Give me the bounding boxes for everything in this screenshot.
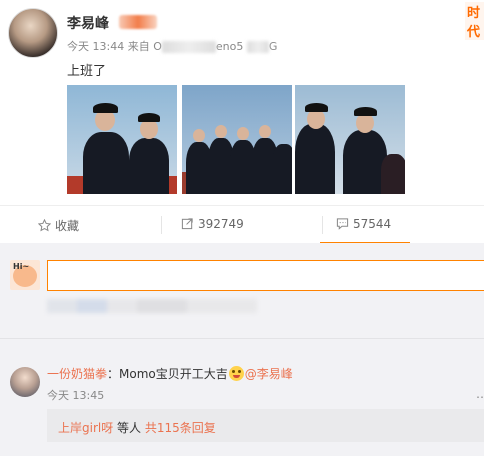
comment-more-icon[interactable]: … <box>476 387 484 401</box>
action-divider <box>322 216 323 234</box>
my-avatar[interactable]: Hi~ <box>10 260 40 290</box>
favorite-button[interactable]: 收藏 <box>37 217 80 234</box>
blurred-toolbar <box>47 299 257 313</box>
comment-input[interactable] <box>47 260 484 291</box>
comment-item: 一份奶猫拳：Momo宝贝开工大吉 @李易峰 <box>47 365 293 382</box>
comment-button[interactable]: 57544 <box>336 217 391 231</box>
reply-summary: 上岸girl呀 等人 共115条回复 <box>47 409 484 442</box>
favorite-label: 收藏 <box>55 219 80 233</box>
comment-divider <box>0 338 484 339</box>
author-name[interactable]: 李易峰 <box>67 13 109 33</box>
repost-count: 392749 <box>198 217 244 231</box>
reply-user[interactable]: 上岸girl呀 <box>58 421 113 435</box>
commenter-name[interactable]: 一份奶猫拳 <box>47 367 107 381</box>
post-content: 上班了 <box>67 64 107 79</box>
post-source-mid: eno5 <box>215 40 244 53</box>
post-photo[interactable] <box>182 85 292 194</box>
weibo-post: 李易峰 时代 今天 13:44 来自 O eno5 G 上班了 <box>0 0 484 205</box>
repost-button[interactable]: 392749 <box>181 217 244 231</box>
star-icon <box>37 218 52 232</box>
action-divider <box>161 216 162 234</box>
post-source-end: G <box>268 40 278 53</box>
reply-mid: 等人 <box>113 421 145 435</box>
author-avatar[interactable] <box>8 8 58 58</box>
commenter-avatar[interactable] <box>10 367 40 397</box>
comment-mention[interactable]: @李易峰 <box>245 367 293 381</box>
blurred-source-2 <box>246 41 269 53</box>
comment-text: ：Momo宝贝开工大吉 <box>107 367 228 381</box>
action-bar: 收藏 392749 57544 <box>0 205 484 244</box>
grin-emoji-icon <box>228 366 244 381</box>
comment-time: 今天 13:45 <box>47 389 105 402</box>
comment-section: Hi~ 一份奶猫拳：Momo宝贝开工大吉 @李易峰 今天 13:45 … 上岸gi… <box>0 243 484 456</box>
post-time[interactable]: 今天 13:44 <box>67 40 124 53</box>
view-replies-link[interactable]: 共115条回复 <box>145 421 216 435</box>
comment-icon <box>336 218 349 230</box>
post-photo[interactable] <box>295 85 405 194</box>
post-source-prefix: 来自 O <box>127 40 162 53</box>
post-meta: 今天 13:44 来自 O eno5 G <box>67 38 277 54</box>
repost-icon <box>181 218 193 230</box>
comment-count: 57544 <box>353 217 392 231</box>
corner-badge[interactable]: 时代 <box>465 2 484 40</box>
blurred-source <box>161 41 216 53</box>
vip-badge[interactable] <box>119 15 157 29</box>
post-photo[interactable] <box>67 85 177 194</box>
